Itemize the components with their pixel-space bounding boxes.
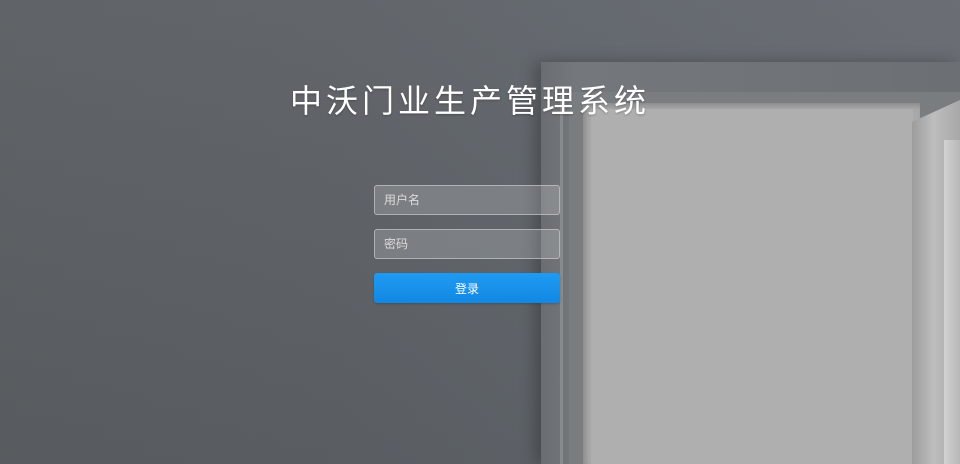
page-title: 中沃门业生产管理系统 [289,82,650,120]
door-panel-edge [944,140,960,464]
door-opening-light [591,109,913,464]
door-frame-line [560,92,563,464]
password-input[interactable] [374,229,560,259]
login-button[interactable]: 登录 [374,273,560,303]
username-input[interactable] [374,185,560,215]
